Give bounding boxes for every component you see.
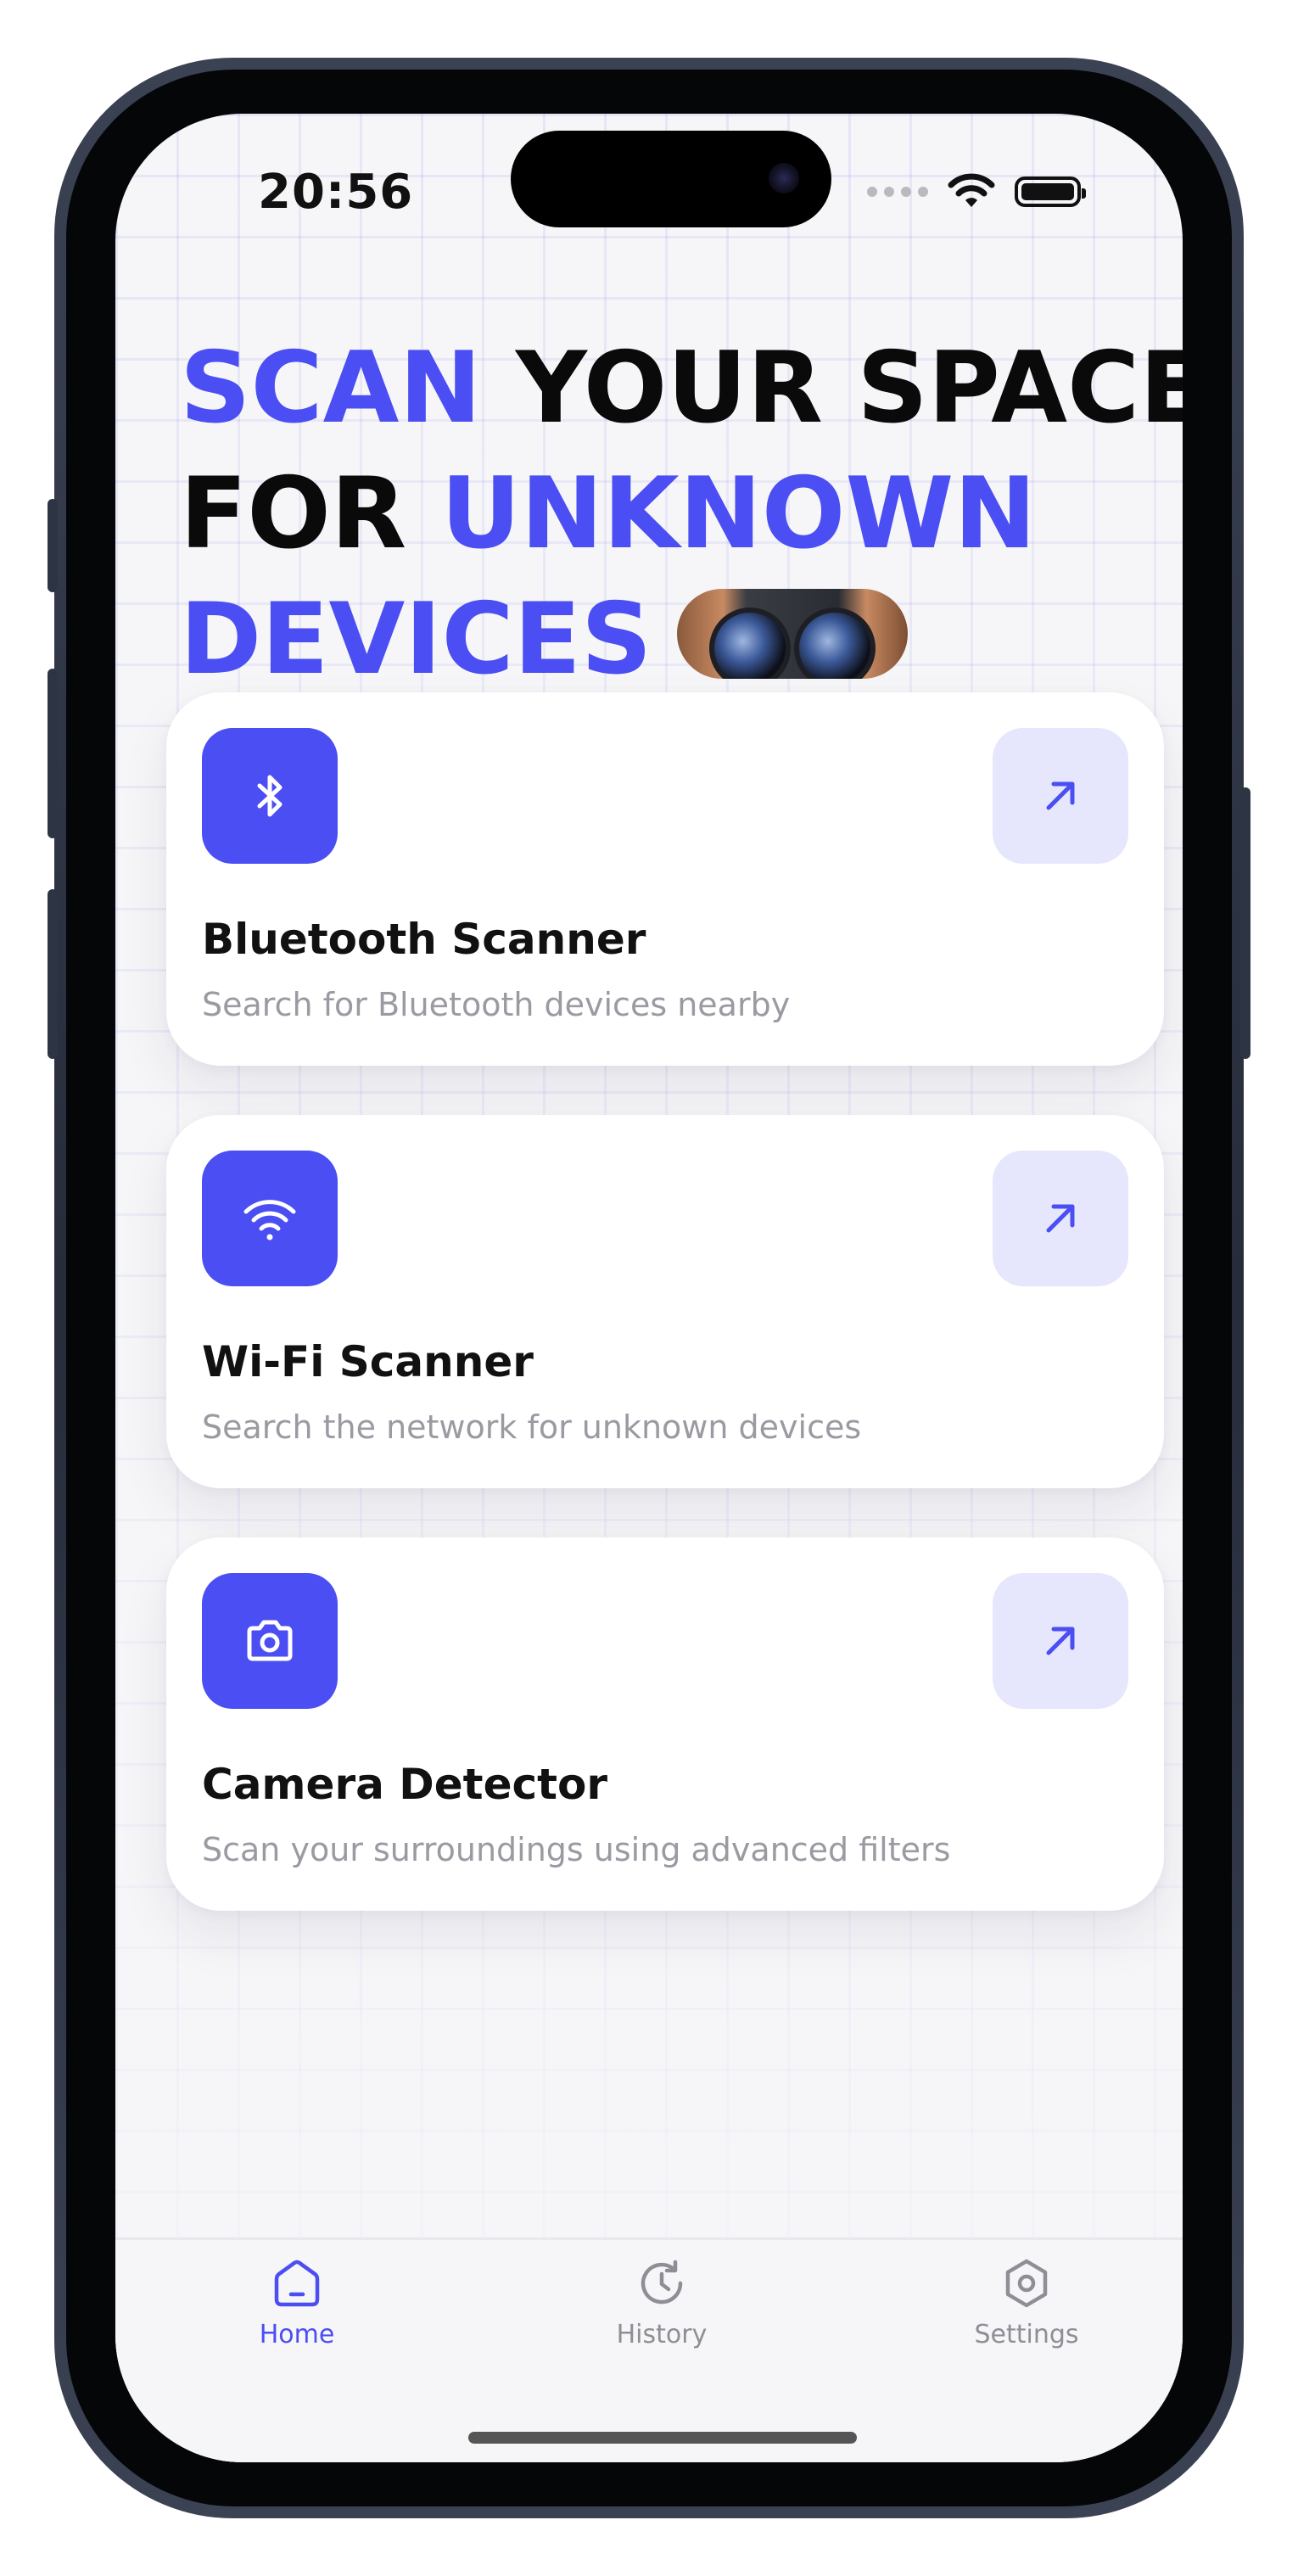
volume-down-button	[48, 889, 58, 1059]
signal-icon	[867, 187, 928, 197]
wifi-scanner-card[interactable]: Wi-Fi Scanner Search the network for unk…	[166, 1115, 1164, 1488]
phone-frame: 20:56 SCAN YOUR SPACE FOR UNKNOWN DEVICE…	[48, 58, 1250, 2518]
history-icon	[641, 2260, 683, 2304]
card-title: Camera Detector	[202, 1760, 608, 1809]
binoculars-image	[677, 589, 909, 680]
card-title: Wi-Fi Scanner	[202, 1337, 534, 1386]
battery-icon	[1015, 176, 1086, 207]
home-indicator[interactable]	[468, 2432, 857, 2444]
wifi-icon	[202, 1151, 338, 1286]
tab-label: History	[616, 2320, 708, 2349]
open-arrow-button[interactable]	[993, 728, 1128, 864]
bluetooth-icon	[202, 728, 338, 864]
open-arrow-button[interactable]	[993, 1151, 1128, 1286]
volume-up-button	[48, 669, 58, 838]
camera-icon	[202, 1573, 338, 1709]
tab-label: Settings	[974, 2320, 1079, 2349]
status-time: 20:56	[258, 165, 414, 220]
headline-line-2: FOR UNKNOWN	[180, 456, 1037, 571]
arrow-up-right-icon	[1046, 1204, 1075, 1233]
action-button	[48, 499, 58, 592]
dynamic-island	[511, 131, 831, 227]
card-subtitle: Scan your surroundings using advanced fi…	[202, 1831, 951, 1868]
tab-settings[interactable]: Settings	[916, 2255, 1137, 2349]
camera-detector-card[interactable]: Camera Detector Scan your surroundings u…	[166, 1537, 1164, 1911]
bezel: 20:56 SCAN YOUR SPACE FOR UNKNOWN DEVICE…	[66, 70, 1232, 2506]
arrow-up-right-icon	[1046, 1627, 1075, 1655]
open-arrow-button[interactable]	[993, 1573, 1128, 1709]
card-subtitle: Search the network for unknown devices	[202, 1408, 862, 1446]
headline-line-1: SCAN YOUR SPACE	[180, 331, 1183, 445]
tab-home[interactable]: Home	[187, 2255, 407, 2349]
bluetooth-scanner-card[interactable]: Bluetooth Scanner Search for Bluetooth d…	[166, 692, 1164, 1066]
card-subtitle: Search for Bluetooth devices nearby	[202, 986, 791, 1023]
front-camera	[769, 163, 799, 193]
settings-icon	[1005, 2259, 1048, 2308]
arrow-up-right-icon	[1046, 781, 1075, 810]
headline: SCAN YOUR SPACE FOR UNKNOWN DEVICES	[180, 326, 1183, 703]
wifi-status-icon	[948, 173, 995, 207]
home-icon	[274, 2260, 320, 2307]
card-title: Bluetooth Scanner	[202, 915, 646, 964]
tab-history[interactable]: History	[551, 2255, 772, 2349]
headline-line-3: DEVICES	[180, 577, 1183, 703]
screen: 20:56 SCAN YOUR SPACE FOR UNKNOWN DEVICE…	[115, 114, 1183, 2462]
tab-bar: Home History Settings	[115, 2237, 1183, 2462]
power-button	[1240, 787, 1250, 1059]
tab-label: Home	[259, 2320, 335, 2349]
status-icons	[867, 173, 1086, 210]
